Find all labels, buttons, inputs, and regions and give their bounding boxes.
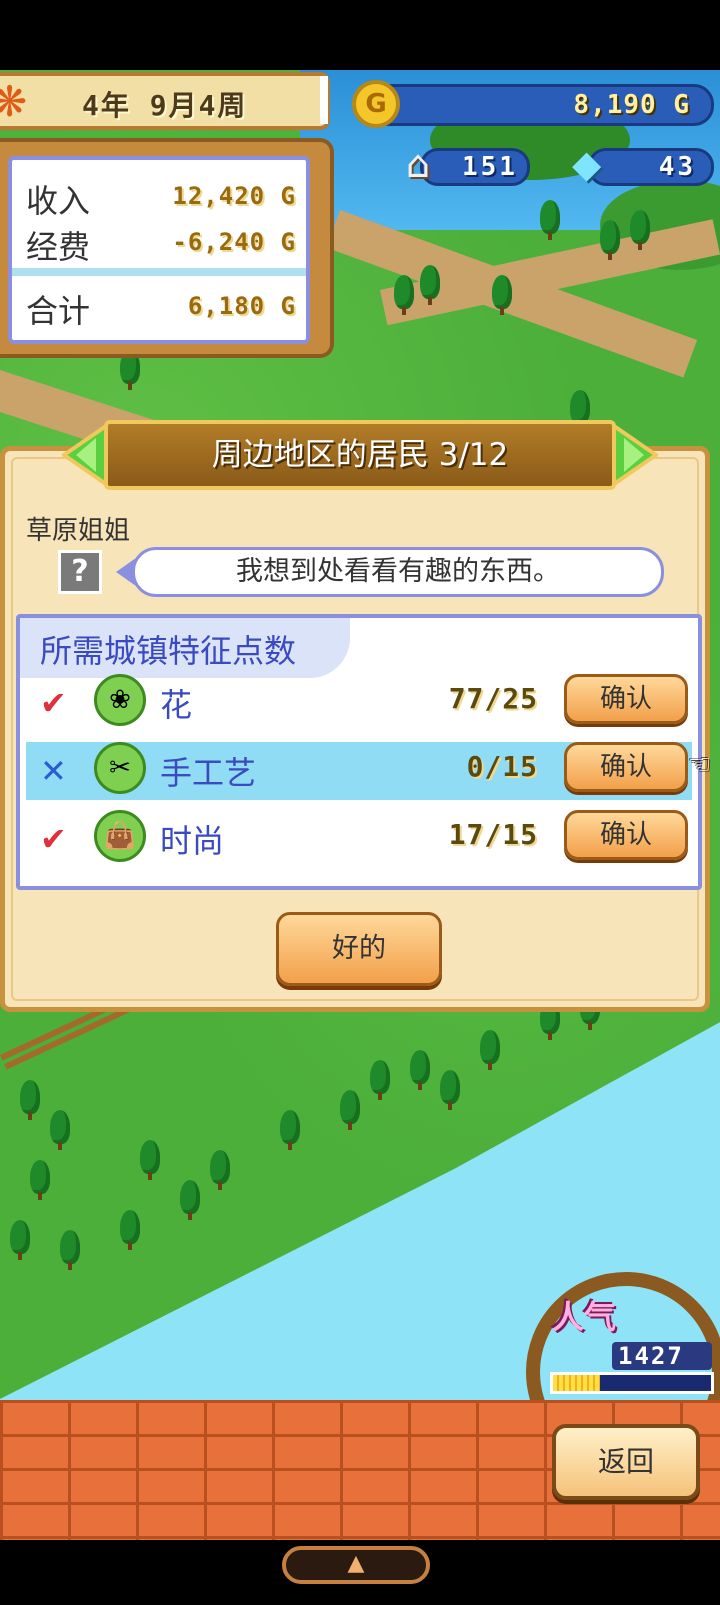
crystal-icon: ◆: [572, 142, 602, 186]
tree: [440, 1070, 460, 1110]
tree: [492, 275, 512, 315]
house-icon: ⌂: [406, 142, 431, 186]
tree: [180, 1180, 200, 1220]
total-value: 6,180 G: [187, 292, 296, 320]
tree: [410, 1050, 430, 1090]
tree: [630, 210, 650, 250]
tree: [50, 1110, 70, 1150]
back-button[interactable]: 返回: [552, 1424, 700, 1500]
expense-label: 经费: [26, 228, 91, 266]
current-date: 4年 9月4周: [82, 89, 248, 122]
requirements-title: 所需城镇特征点数: [40, 632, 297, 670]
gold-amount: 8,190 G: [573, 90, 690, 120]
gem-value: 43: [658, 152, 696, 182]
requirement-row-fashion: ✔ 👜 时尚 17/15 确认: [26, 810, 692, 868]
confirm-button-fashion[interactable]: 确认: [564, 810, 688, 860]
unknown-portrait-icon: ?: [58, 550, 102, 594]
confirm-button-craft[interactable]: 确认: [564, 742, 688, 792]
requirement-value: 77/25: [448, 682, 538, 715]
tree: [210, 1150, 230, 1190]
craft-icon: ✂: [94, 742, 146, 794]
confirm-button-flower[interactable]: 确认: [564, 674, 688, 724]
resident-name: 草原姐姐: [26, 516, 131, 546]
population-value: 151: [462, 152, 518, 182]
requirement-row-flower: ✔ ❀ 花 77/25 确认: [26, 674, 692, 732]
tree: [420, 265, 440, 305]
tree: [340, 1090, 360, 1130]
requirement-label: 时尚: [160, 822, 225, 860]
tree: [480, 1030, 500, 1070]
income-value: 12,420 G: [172, 182, 296, 210]
finance-summary: 收入 12,420 G 经费 -6,240 G 合计 6,180 G: [8, 156, 310, 344]
income-label: 收入: [26, 182, 91, 220]
tree: [600, 220, 620, 260]
popularity-label: 人气: [552, 1298, 617, 1336]
expand-arrow-icon[interactable]: ▲: [282, 1546, 430, 1584]
total-label: 合计: [26, 292, 91, 330]
tree: [20, 1080, 40, 1120]
tree: [570, 390, 590, 430]
flower-icon: ❀: [94, 674, 146, 726]
requirement-label: 花: [160, 686, 193, 724]
check-icon: ✔: [40, 684, 67, 722]
requirement-value: 0/15: [466, 750, 538, 783]
next-arrow-icon[interactable]: [612, 422, 660, 488]
cross-icon: ✕: [40, 752, 67, 790]
fashion-icon: 👜: [94, 810, 146, 862]
finance-panel[interactable]: 收入 12,420 G 经费 -6,240 G 合计 6,180 G: [0, 138, 334, 358]
tree: [394, 275, 414, 315]
tree: [120, 1210, 140, 1250]
requirements-panel: 所需城镇特征点数 ✔ ❀ 花 77/25 确认 ✕ ✂ 手工艺 0/15 确认 …: [16, 614, 711, 890]
tree: [30, 1160, 50, 1200]
popularity-value: 1427: [618, 1342, 684, 1370]
requirement-row-craft: ✕ ✂ 手工艺 0/15 确认 ☜: [26, 742, 711, 800]
tree: [140, 1140, 160, 1180]
status-bar-area: [0, 0, 720, 70]
gold-coin-icon: G: [352, 80, 400, 128]
speech-bubble: 我想到处看看有趣的东西。: [132, 547, 664, 597]
divider: [12, 268, 306, 276]
tree: [60, 1230, 80, 1270]
requirement-value: 17/15: [448, 818, 538, 851]
date-panel-edge: [320, 76, 328, 124]
check-icon: ✔: [40, 820, 67, 858]
tree: [540, 200, 560, 240]
tree: [280, 1110, 300, 1150]
tree: [370, 1060, 390, 1100]
previous-arrow-icon[interactable]: [60, 422, 108, 488]
expense-value: -6,240 G: [172, 228, 296, 256]
maple-leaf-icon: ❋: [0, 77, 28, 126]
tree: [10, 1220, 30, 1260]
pointer-hand-icon: ☜: [688, 750, 712, 780]
dialog-title: 周边地区的居民 3/12: [104, 420, 616, 490]
popularity-bar-fill: [553, 1375, 600, 1391]
date-panel: ❋ 4年 9月4周: [0, 72, 330, 130]
requirement-label: 手工艺: [160, 754, 257, 792]
ok-button[interactable]: 好的: [276, 912, 442, 986]
